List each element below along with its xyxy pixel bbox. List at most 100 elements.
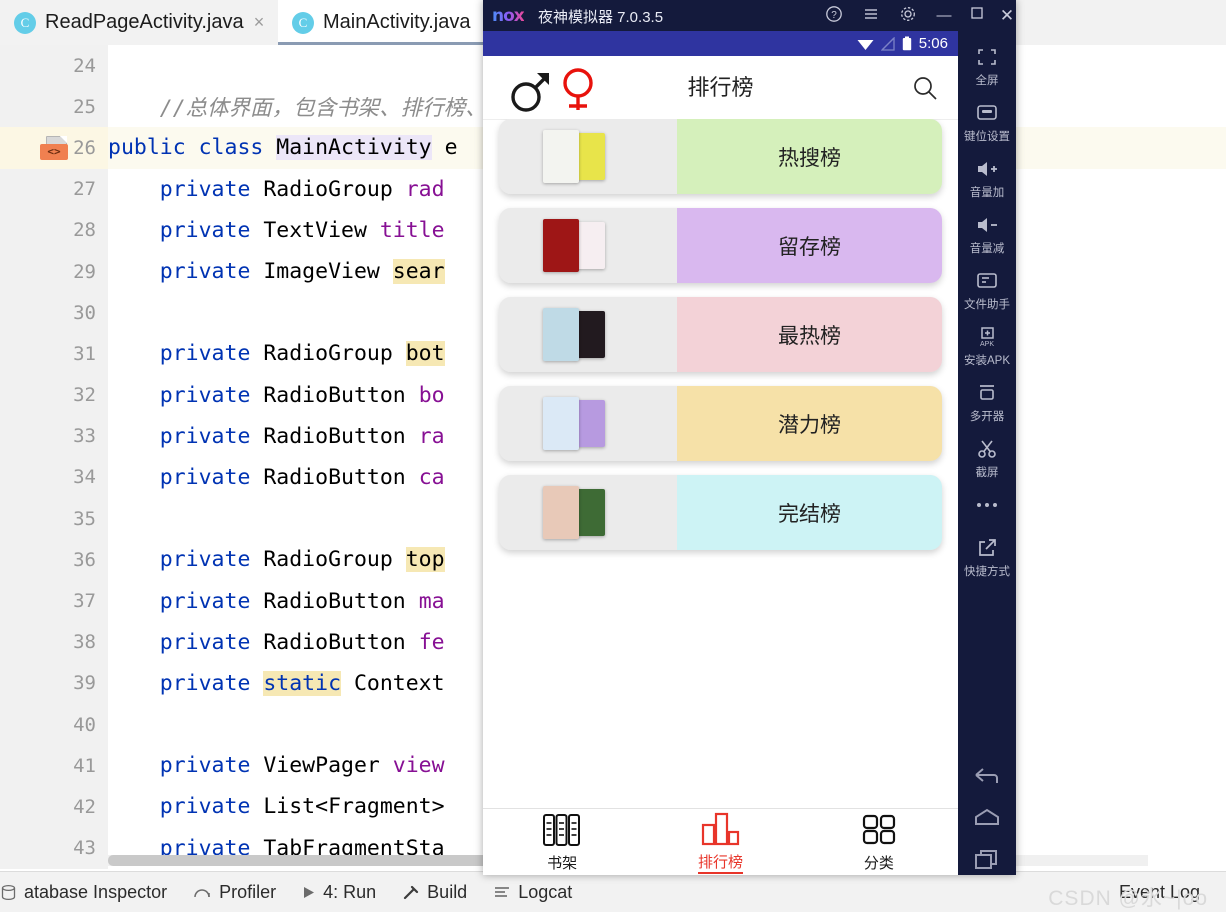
nox-tool-label: 音量减 [969,243,1005,255]
nox-tool-fullscreen[interactable]: 全屏 [958,45,1016,88]
line-number: 37 [0,580,108,622]
status-item-label: Logcat [518,881,573,902]
status-item-logcat[interactable]: Logcat [493,882,572,903]
line-number: 25 [0,86,108,128]
signal-icon [880,36,895,51]
nox-tool-label: 多开器 [969,411,1005,423]
nox-tool-label: 音量加 [969,187,1005,199]
code-text: private RadioGroup rad [108,176,445,202]
bottom-nav-ranking[interactable]: 排行榜 [641,809,799,875]
editor-tab-readpageactivity[interactable]: C ReadPageActivity.java × [0,0,278,45]
nox-tool-screenshot[interactable]: 截屏 [958,437,1016,480]
book-thumbnails [499,386,677,461]
code-text: private List<Fragment> [108,794,445,820]
status-item-build[interactable]: Build [402,882,467,903]
code-text: private RadioButton ra [108,423,445,449]
rank-card-label: 完结榜 [677,475,942,550]
nox-tool-volume-down[interactable]: 音量减 [958,213,1016,256]
status-item-label: Build [427,881,468,902]
rank-card-list: 热搜榜留存榜最热榜潜力榜完结榜 [483,119,958,809]
android-recents-icon[interactable] [958,849,1016,871]
nox-tool-keymapping[interactable]: 键位设置 [958,101,1016,144]
code-text: private ImageView sear [108,259,445,285]
rank-card[interactable]: 完结榜 [499,475,942,550]
category-grid-icon [862,814,895,844]
nox-side-toolbar: 全屏 键位设置 音量加 音量减 文件助手 APK 安装APK 多开器 截屏 快捷… [958,31,1016,875]
line-number: 41 [0,745,108,787]
book-cover-icon [543,308,579,361]
android-home-icon[interactable] [958,808,1016,830]
rank-card[interactable]: 潜力榜 [499,386,942,461]
nox-tool-shortcut[interactable]: 快捷方式 [958,536,1016,579]
line-number: 24 [0,45,108,87]
close-icon[interactable]: × [250,13,268,31]
status-item-profiler[interactable]: Profiler [193,882,276,903]
svg-text:APK: APK [980,341,994,347]
editor-tab-label: ReadPageActivity.java [45,11,244,33]
search-icon[interactable] [912,75,938,101]
book-thumbnails [499,475,677,550]
nox-emulator-window: nox 夜神模拟器 7.0.3.5 ? — ✕ 5:06 排行榜 热搜榜 留存榜… [483,0,1016,875]
rank-card-label: 留存榜 [677,208,942,283]
minimize-icon[interactable]: — [933,5,955,27]
book-cover-icon [543,219,579,272]
nox-tool-volume-up[interactable]: 音量加 [958,157,1016,200]
android-back-icon[interactable] [958,767,1016,789]
editor-tab-label: MainActivity.java [323,11,471,33]
status-item-label: Event Log [1118,881,1200,902]
book-cover-icon [543,130,579,183]
app-header: 排行榜 [483,56,958,120]
line-number: 31 [0,333,108,375]
code-text: public class MainActivity e [108,135,458,161]
help-icon[interactable]: ? [823,5,845,27]
maximize-icon[interactable] [966,5,988,27]
book-thumbnails [499,208,677,283]
line-number: 40 [0,704,108,746]
book-thumbnails [499,297,677,372]
code-text: //总体界面，包含书架、排行榜、分类 [108,96,530,122]
keymapping-icon [976,101,998,125]
rank-card[interactable]: 留存榜 [499,208,942,283]
line-number: 29 [0,250,108,293]
scrollbar-thumb[interactable] [108,855,528,866]
code-text: private RadioGroup bot [108,341,445,367]
status-item-database-inspector[interactable]: atabase Inspector [0,882,167,903]
bottom-navigation: 书架 排行榜 分类 [483,808,958,875]
book-thumbnails [499,119,677,194]
install-apk-icon: APK [975,325,999,349]
rank-card[interactable]: 最热榜 [499,297,942,372]
line-number: 36 [0,539,108,581]
line-number: 27 [0,168,108,210]
menu-icon[interactable] [860,5,882,27]
settings-gear-icon[interactable] [897,5,919,27]
java-class-icon: C [292,11,314,34]
nox-tool-multi-instance[interactable]: 多开器 [958,381,1016,424]
close-icon[interactable]: ✕ [996,5,1018,27]
multi-instance-icon [976,381,998,405]
code-text: private RadioButton bo [108,382,445,408]
code-text: private static Context [108,670,445,696]
bottom-nav-category[interactable]: 分类 [800,809,958,875]
battery-icon [902,36,911,51]
java-class-icon: C [14,11,36,34]
status-bar-right-group: Event Log [1119,882,1200,903]
status-item-run[interactable]: 4: Run [302,882,376,903]
status-item-label: atabase Inspector [24,881,168,902]
bottom-nav-bookshelf[interactable]: 书架 [483,809,641,875]
bottom-nav-label: 分类 [863,854,894,872]
nox-tool-label: 键位设置 [964,131,1010,143]
nox-tool-file-assistant[interactable]: 文件助手 [958,269,1016,312]
nox-tool-label: 安装APK [963,355,1010,367]
nox-tool-install-apk[interactable]: APK 安装APK [958,325,1016,368]
page-title: 排行榜 [687,75,754,100]
status-item-event-log[interactable]: Event Log [1119,882,1200,903]
editor-tab-mainactivity[interactable]: C MainActivity.java [278,0,508,45]
layout-xml-icon[interactable]: <> [40,136,68,161]
line-number: 35 [0,498,108,540]
rank-card[interactable]: 热搜榜 [499,119,942,194]
rank-card-label: 最热榜 [677,297,942,372]
code-text: private TextView title [108,217,445,243]
rank-card-label: 潜力榜 [677,386,942,461]
logcat-icon [495,887,510,897]
nox-tool-more[interactable] [958,493,1016,520]
